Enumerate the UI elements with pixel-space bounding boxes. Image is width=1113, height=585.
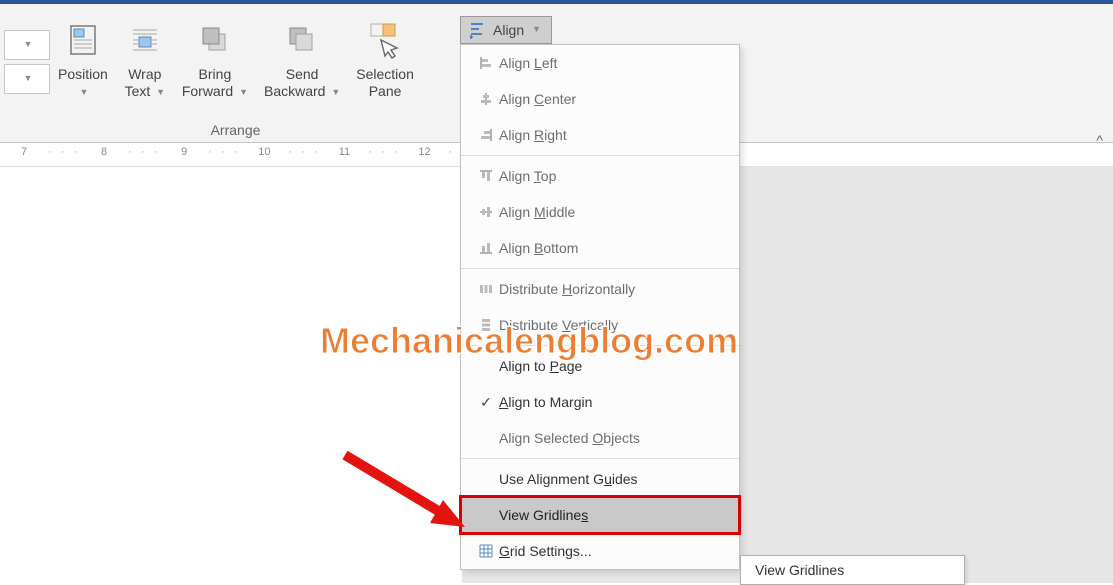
position-label: Position	[58, 66, 108, 82]
distribute-h-icon	[473, 281, 499, 297]
bring-forward-label-1: Bring	[199, 66, 232, 82]
bring-forward-label-2: Forward	[182, 83, 233, 99]
menu-align-top[interactable]: Align Top	[461, 158, 739, 194]
send-backward-icon	[284, 16, 320, 64]
align-left-icon	[473, 55, 499, 71]
menu-align-center[interactable]: Align Center	[461, 81, 739, 117]
distribute-v-icon	[473, 317, 499, 333]
selection-pane-button[interactable]: Selection Pane	[348, 12, 422, 100]
align-center-icon	[473, 91, 499, 107]
bring-forward-button[interactable]: Bring Forward ▼	[174, 12, 256, 100]
selection-pane-icon	[365, 16, 405, 64]
ribbon-extra-top[interactable]: ▼	[4, 30, 50, 60]
send-backward-label-2: Backward	[264, 83, 325, 99]
align-bottom-icon	[473, 240, 499, 256]
ribbon-extra-bottom[interactable]: ▼	[4, 64, 50, 94]
chevron-down-icon: ▼	[532, 24, 541, 34]
align-right-icon	[473, 127, 499, 143]
wrap-text-icon	[127, 16, 163, 64]
wrap-text-button[interactable]: Wrap Text ▼	[116, 12, 174, 100]
document-page	[0, 167, 462, 583]
grid-icon	[473, 543, 499, 559]
align-label: Align	[493, 22, 524, 38]
menu-distribute-vertically[interactable]: Distribute Vertically	[461, 307, 739, 343]
selection-pane-label-1: Selection	[356, 66, 414, 82]
ribbon-group-label: Arrange	[8, 122, 463, 138]
send-backward-button[interactable]: Send Backward ▼	[256, 12, 348, 100]
menu-align-to-margin[interactable]: ✓ Align to Margin	[461, 384, 739, 420]
menu-align-selected-objects[interactable]: Align Selected Objects	[461, 420, 739, 456]
menu-align-middle[interactable]: Align Middle	[461, 194, 739, 230]
menu-use-alignment-guides[interactable]: Use Alignment Guides	[461, 461, 739, 497]
menu-align-left[interactable]: Align Left	[461, 45, 739, 81]
align-button[interactable]: Align ▼	[460, 16, 552, 44]
wrap-text-label-2: Text	[125, 83, 151, 99]
check-icon: ✓	[473, 394, 499, 411]
align-menu: Align Left Align Center Align Right Alig…	[460, 44, 740, 570]
position-button[interactable]: Position▼	[50, 12, 116, 100]
menu-align-to-page[interactable]: Align to Page	[461, 348, 739, 384]
position-icon	[65, 16, 101, 64]
tooltip-view-gridlines: View Gridlines	[740, 555, 965, 585]
align-icon	[469, 21, 487, 39]
bring-forward-icon	[197, 16, 233, 64]
menu-view-gridlines[interactable]: View Gridlines	[461, 497, 739, 533]
align-middle-icon	[473, 204, 499, 220]
selection-pane-label-2: Pane	[369, 83, 402, 99]
menu-align-right[interactable]: Align Right	[461, 117, 739, 153]
menu-align-bottom[interactable]: Align Bottom	[461, 230, 739, 266]
send-backward-label-1: Send	[286, 66, 319, 82]
menu-distribute-horizontally[interactable]: Distribute Horizontally	[461, 271, 739, 307]
wrap-text-label-1: Wrap	[128, 66, 161, 82]
menu-grid-settings[interactable]: Grid Settings...	[461, 533, 739, 569]
align-top-icon	[473, 168, 499, 184]
